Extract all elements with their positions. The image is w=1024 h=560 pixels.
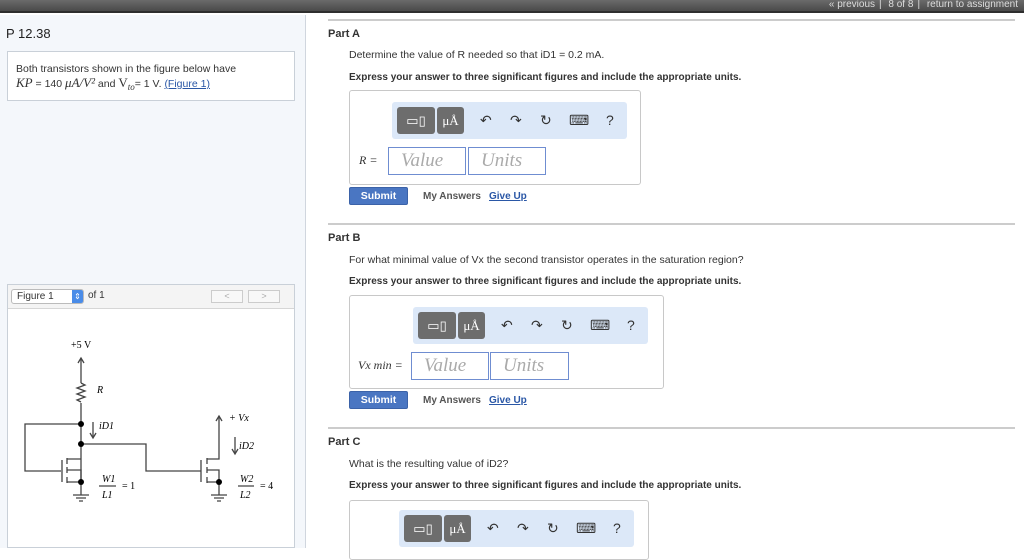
undo-icon[interactable]: ↶ <box>501 317 513 334</box>
reset-icon[interactable]: ↻ <box>547 520 559 537</box>
id1-label: iD1 <box>99 421 114 432</box>
figure-select-value: Figure 1 <box>17 291 54 302</box>
math-toolbar: ▭▯ μÅ ↶ ↷ ↻ ⌨ ? <box>413 307 648 344</box>
help-icon[interactable]: ? <box>613 520 621 536</box>
reset-icon[interactable]: ↻ <box>540 112 552 129</box>
template-button[interactable]: ▭▯ <box>418 312 456 339</box>
my-answers-link[interactable]: My Answers <box>423 191 481 202</box>
l2-label: L2 <box>239 490 251 501</box>
math-toolbar: ▭▯ μÅ ↶ ↷ ↻ ⌨ ? <box>392 102 627 139</box>
ratio2-label: = 4 <box>260 481 273 492</box>
vto-value: = 1 V. <box>134 78 162 90</box>
part-b-title: Part B <box>328 232 361 244</box>
vto-sub: to <box>127 82 135 93</box>
l1-label: L1 <box>101 490 113 501</box>
divider <box>328 19 1015 21</box>
part-c-answer-box: ▭▯ μÅ ↶ ↷ ↻ ⌨ ? <box>349 500 649 560</box>
divider <box>328 427 1015 429</box>
problem-title: P 12.38 <box>6 26 51 41</box>
figure-header: Figure 1 ⇕ of 1 < > <box>8 285 294 309</box>
part-a-answer-box: ▭▯ μÅ ↶ ↷ ↻ ⌨ ? R = Value Units <box>349 90 641 185</box>
template-button[interactable]: ▭▯ <box>404 515 442 542</box>
and-text: and <box>97 78 116 90</box>
units-button[interactable]: μÅ <box>437 107 464 134</box>
next-figure-button[interactable]: > <box>248 290 280 303</box>
vx-label: + Vx <box>229 413 249 424</box>
part-b-instructions: Express your answer to three significant… <box>349 276 742 287</box>
parts-panel: Part A Determine the value of R needed s… <box>328 0 1016 560</box>
help-icon[interactable]: ? <box>627 317 635 333</box>
part-c-question: What is the resulting value of iD2? <box>349 458 509 470</box>
give-up-link[interactable]: Give Up <box>489 191 527 202</box>
kp-units: μA/V² <box>65 75 95 90</box>
value-input[interactable]: Value <box>411 352 489 380</box>
redo-icon[interactable]: ↷ <box>510 112 522 129</box>
submit-button[interactable]: Submit <box>349 391 408 409</box>
prev-figure-button[interactable]: < <box>211 290 243 303</box>
statement-text: Both transistors shown in the figure bel… <box>16 63 237 75</box>
vto-symbol: V <box>118 75 128 90</box>
kp-value: = 140 <box>35 78 63 90</box>
part-b-answer-box: ▭▯ μÅ ↶ ↷ ↻ ⌨ ? Vx min = Value Units <box>349 295 664 389</box>
part-a-instructions: Express your answer to three significant… <box>349 72 742 83</box>
value-input[interactable]: Value <box>388 147 466 175</box>
help-icon[interactable]: ? <box>606 112 614 128</box>
figure-panel: Figure 1 ⇕ of 1 < > +5 V R iD1 + Vx iD2 W… <box>7 284 295 548</box>
keyboard-icon[interactable]: ⌨ <box>590 317 610 334</box>
part-a-question: Determine the value of R needed so that … <box>349 49 605 61</box>
select-arrows-icon: ⇕ <box>72 290 83 303</box>
part-c-instructions: Express your answer to three significant… <box>349 480 742 491</box>
redo-icon[interactable]: ↷ <box>517 520 529 537</box>
units-input[interactable]: Units <box>468 147 546 175</box>
divider <box>328 223 1015 225</box>
part-c-title: Part C <box>328 436 361 448</box>
figure-count: of 1 <box>88 290 105 301</box>
part-a-title: Part A <box>328 28 360 40</box>
figure-link[interactable]: (Figure 1) <box>164 78 210 90</box>
submit-button[interactable]: Submit <box>349 187 408 205</box>
keyboard-icon[interactable]: ⌨ <box>569 112 589 129</box>
supply-label: +5 V <box>71 340 92 351</box>
math-toolbar: ▭▯ μÅ ↶ ↷ ↻ ⌨ ? <box>399 510 634 547</box>
units-button[interactable]: μÅ <box>444 515 471 542</box>
problem-statement: Both transistors shown in the figure bel… <box>7 51 295 101</box>
give-up-link[interactable]: Give Up <box>489 395 527 406</box>
redo-icon[interactable]: ↷ <box>531 317 543 334</box>
id2-label: iD2 <box>239 441 254 452</box>
undo-icon[interactable]: ↶ <box>480 112 492 129</box>
r-label: R <box>96 385 103 396</box>
keyboard-icon[interactable]: ⌨ <box>576 520 596 537</box>
units-button[interactable]: μÅ <box>458 312 485 339</box>
r-answer-label: R = <box>359 153 378 167</box>
my-answers-link[interactable]: My Answers <box>423 395 481 406</box>
template-button[interactable]: ▭▯ <box>397 107 435 134</box>
w1-label: W1 <box>102 474 115 485</box>
part-b-question: For what minimal value of Vx the second … <box>349 254 744 266</box>
units-input[interactable]: Units <box>490 352 569 380</box>
kp-symbol: KP <box>16 75 33 90</box>
figure-select[interactable]: Figure 1 ⇕ <box>11 289 84 304</box>
undo-icon[interactable]: ↶ <box>487 520 499 537</box>
problem-panel: P 12.38 Both transistors shown in the fi… <box>0 15 306 548</box>
w2-label: W2 <box>240 474 253 485</box>
circuit-diagram: +5 V R iD1 + Vx iD2 W1 L1 = 1 W2 L2 = 4 <box>24 340 273 502</box>
ratio1-label: = 1 <box>122 481 135 492</box>
reset-icon[interactable]: ↻ <box>561 317 573 334</box>
vx-answer-label: Vx min = <box>358 358 403 372</box>
